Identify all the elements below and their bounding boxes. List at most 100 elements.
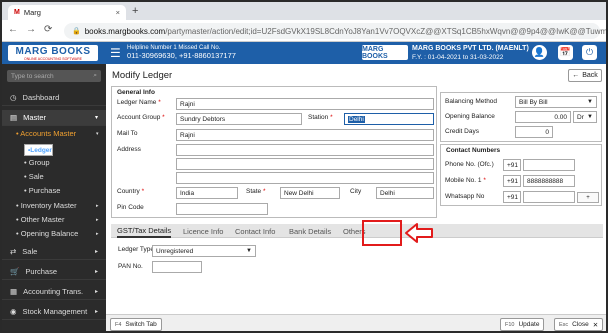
ledger-type-value: Unregistered xyxy=(156,247,194,255)
sidebar-sub-group[interactable]: • Group xyxy=(24,158,50,167)
tab-gst-tax-details[interactable]: GST/Tax Details xyxy=(117,224,172,238)
sidebar-sub-inventory-master[interactable]: • Inventory Master xyxy=(16,201,77,210)
sidebar-item-sale[interactable]: ⇄ Sale ▸ xyxy=(2,244,106,260)
close-label: Close xyxy=(572,321,589,328)
reload-icon[interactable]: ⟳ xyxy=(44,24,52,35)
browser-tabbar: M Marg × + xyxy=(2,2,606,20)
station-value: Delhi xyxy=(348,115,365,123)
sidebar-sub-opening-balance[interactable]: • Opening Balance xyxy=(16,229,78,238)
dr-cr-select[interactable]: Dr ▼ xyxy=(573,111,597,123)
switch-tab-key: F4 xyxy=(115,321,122,328)
sidebar-item-stock[interactable]: ◉ Stock Management ▸ xyxy=(2,304,106,320)
sidebar-sub-purchase[interactable]: • Purchase xyxy=(24,186,60,195)
update-button[interactable]: F10 Update xyxy=(500,318,545,331)
tab-contact-info[interactable]: Contact Info xyxy=(235,224,275,238)
stock-icon: ◉ xyxy=(10,307,17,316)
address-line-1-input[interactable] xyxy=(176,144,434,156)
address-line-2-input[interactable] xyxy=(176,158,434,170)
mobile-label: Mobile No. 1 * xyxy=(445,177,486,184)
chevron-right-icon: ▸ xyxy=(94,289,98,295)
balancing-method-select[interactable]: Bill By Bill ▼ xyxy=(515,96,597,108)
general-info-title: General Info xyxy=(117,89,155,96)
country-input[interactable]: India xyxy=(176,187,238,199)
chevron-down-icon: ▼ xyxy=(587,99,593,105)
url-field[interactable]: 🔒 books.margbooks.com/partymaster/action… xyxy=(64,23,606,39)
new-tab-button[interactable]: + xyxy=(132,5,138,17)
add-number-button[interactable]: + xyxy=(577,192,599,203)
sidebar-item-accounting[interactable]: ▦ Accounting Trans. ▸ xyxy=(2,284,106,300)
chevron-right-icon: ▸ xyxy=(96,217,99,223)
browser-tab[interactable]: M Marg × xyxy=(8,5,126,20)
ledger-type-select[interactable]: Unregistered ▼ xyxy=(152,245,256,257)
chevron-right-icon: ▸ xyxy=(96,203,99,209)
search-placeholder: Type to search xyxy=(11,72,54,80)
user-avatar-icon[interactable]: 👤 xyxy=(532,45,547,60)
close-tab-icon[interactable]: × xyxy=(116,8,120,17)
whatsapp-input[interactable] xyxy=(523,191,575,203)
footer-bar: F4 Switch Tab F10 Update Esc Close ✕ xyxy=(106,314,606,331)
sidebar-item-master[interactable]: ▤ Master ▾ xyxy=(2,110,106,126)
marg-favicon-icon: M xyxy=(14,9,20,16)
sidebar-sub-accounts-master[interactable]: • Accounts Master xyxy=(16,129,76,138)
back-button[interactable]: ← Back xyxy=(568,69,602,82)
whatsapp-country-code[interactable]: +91 xyxy=(503,191,521,203)
opening-balance-label: Opening Balance xyxy=(445,113,495,120)
mail-to-input[interactable]: Rajni xyxy=(176,129,434,141)
chevron-right-icon: ▸ xyxy=(94,249,98,255)
power-icon[interactable]: ⏻ xyxy=(582,45,597,60)
phone-input[interactable] xyxy=(523,159,575,171)
mobile-country-code[interactable]: +91 xyxy=(503,175,521,187)
financial-year: F.Y. : 01-04-2021 to 31-03-2022 xyxy=(412,54,504,61)
chevron-down-icon: ▼ xyxy=(246,248,252,254)
dashboard-icon: ◷ xyxy=(10,93,17,102)
close-button[interactable]: Esc Close ✕ xyxy=(554,318,604,331)
forward-arrow-icon[interactable]: → xyxy=(26,24,36,35)
sidebar-item-purchase[interactable]: 🛒 Purchase ▸ xyxy=(2,264,106,280)
station-input[interactable]: Delhi xyxy=(344,113,434,125)
logo-subtext: ONLINE ACCOUNTING SOFTWARE xyxy=(23,56,82,61)
company-info: MARG BOOKS PVT LTD. (MAENLT) F.Y. : 01-0… xyxy=(412,44,529,62)
credit-days-label: Credit Days xyxy=(445,128,479,135)
highlight-box xyxy=(362,220,402,246)
tab-bank-details[interactable]: Bank Details xyxy=(289,224,331,238)
sidebar-sub-sale[interactable]: • Sale xyxy=(24,172,44,181)
pan-input[interactable] xyxy=(152,261,202,273)
balancing-method-value: Bill By Bill xyxy=(519,98,548,106)
screenshot-frame: M Marg × + ← → ⟳ 🔒 books.margbooks.com/p… xyxy=(0,0,608,333)
menu-toggle-icon[interactable]: ☰ xyxy=(110,46,121,60)
sidebar-search-input[interactable]: Type to search ⌕ xyxy=(7,70,101,82)
sidebar-item-dashboard[interactable]: ◷ Dashboard xyxy=(2,90,106,106)
calendar-icon[interactable]: 📅 xyxy=(558,45,573,60)
sidebar-item-label: Dashboard xyxy=(22,93,60,102)
detail-tabs: GST/Tax Details Licence Info Contact Inf… xyxy=(111,224,603,238)
state-input[interactable]: New Delhi xyxy=(280,187,340,199)
mobile-input[interactable]: 8888888888 xyxy=(523,175,575,187)
back-arrow-icon[interactable]: ← xyxy=(8,24,18,35)
helpline-numbers: 011-30969630, +91-8860137177 xyxy=(127,51,236,60)
ledger-name-input[interactable]: Rajni xyxy=(176,98,434,110)
url-path: /partymaster/action/edit;id=U2FsdGVkX19S… xyxy=(165,26,608,36)
company-name: MARG BOOKS PVT LTD. (MAENLT) xyxy=(412,45,529,52)
credit-days-input[interactable]: 0 xyxy=(515,126,553,138)
switch-tab-button[interactable]: F4 Switch Tab xyxy=(110,318,162,331)
company-logo: MARG BOOKS xyxy=(362,45,408,60)
sidebar-sub-other-master[interactable]: • Other Master xyxy=(16,215,64,224)
chevron-right-icon: ▸ xyxy=(96,231,99,237)
main-content: Modify Ledger ← Back General Info Ledger… xyxy=(106,64,606,331)
address-bar: ← → ⟳ 🔒 books.margbooks.com/partymaster/… xyxy=(2,20,606,42)
search-icon: ⌕ xyxy=(93,72,97,79)
lock-icon: 🔒 xyxy=(72,28,81,35)
tab-licence-info[interactable]: Licence Info xyxy=(183,224,223,238)
helpline-info: Helpline Number 1 Missed Call No. 011-30… xyxy=(127,44,236,60)
sidebar-sub-ledger[interactable]: • Ledger xyxy=(24,144,53,156)
margbooks-logo[interactable]: MARG BOOKS ONLINE ACCOUNTING SOFTWARE xyxy=(8,45,98,61)
phone-country-code[interactable]: +91 xyxy=(503,159,521,171)
country-label: Country * xyxy=(117,188,145,195)
sale-icon: ⇄ xyxy=(10,247,17,256)
city-input[interactable]: Delhi xyxy=(376,187,434,199)
address-line-3-input[interactable] xyxy=(176,172,434,184)
pin-code-input[interactable] xyxy=(176,203,268,215)
opening-balance-input[interactable]: 0.00 xyxy=(515,111,571,123)
ledger-type-label: Ledger Type xyxy=(118,246,155,253)
account-group-input[interactable]: Sundry Debtors xyxy=(176,113,302,125)
